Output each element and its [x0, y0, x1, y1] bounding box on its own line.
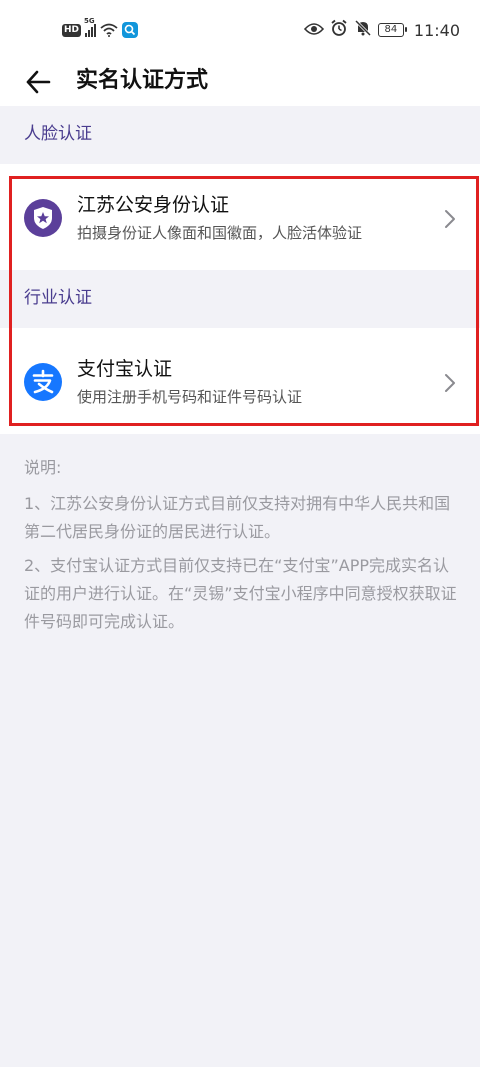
- top-app-bar: 实名认证方式: [0, 58, 480, 106]
- back-button[interactable]: [20, 64, 56, 100]
- alipay-icon: [24, 363, 62, 401]
- section-title: 行业认证: [24, 288, 92, 308]
- wifi-icon: [100, 23, 118, 37]
- list-item-jiangsu-police-auth[interactable]: 江苏公安身份认证 拍摄身份证人像面和国徽面，人脸活体验证: [0, 164, 480, 270]
- hd-icon: HD: [62, 23, 82, 37]
- search-app-icon: [122, 22, 139, 38]
- status-bar-right: 84 11:40: [303, 18, 460, 42]
- eye-icon: [303, 21, 324, 40]
- police-badge-icon: [24, 199, 62, 237]
- list-item-alipay-auth[interactable]: 支付宝认证 使用注册手机号码和证件号码认证: [0, 328, 480, 434]
- section-header-face-auth: 人脸认证: [0, 106, 480, 164]
- note-item-2: 2、支付宝认证方式目前仅支持已在“支付宝”APP完成实名认证的用户进行认证。在“…: [24, 556, 457, 631]
- battery-icon: 84: [377, 23, 407, 37]
- chevron-right-icon: [445, 374, 455, 392]
- status-bar-left: HD 5G: [62, 17, 139, 41]
- back-arrow-icon: [26, 70, 51, 94]
- item-title: 江苏公安身份认证: [77, 194, 230, 216]
- alarm-icon: [330, 19, 348, 41]
- mute-icon: [354, 19, 372, 41]
- item-title: 支付宝认证: [77, 358, 173, 380]
- notes-heading: 说明:: [24, 458, 62, 477]
- section-header-industry-auth: 行业认证: [0, 270, 480, 328]
- note-item-1: 1、江苏公安身份认证方式目前仅支持对拥有中华人民共和国第二代居民身份证的居民进行…: [24, 494, 451, 541]
- status-time: 11:40: [413, 20, 460, 40]
- chevron-right-icon: [445, 210, 455, 228]
- status-bar: HD 5G 84 11:40: [0, 0, 480, 58]
- item-subtitle: 使用注册手机号码和证件号码认证: [77, 388, 303, 406]
- notes-block: 说明: 1、江苏公安身份认证方式目前仅支持对拥有中华人民共和国第二代居民身份证的…: [24, 454, 464, 642]
- network-type-label: 5G: [84, 17, 95, 25]
- signal-icon: 5G: [84, 17, 97, 37]
- page-title: 实名认证方式: [76, 68, 209, 93]
- item-subtitle: 拍摄身份证人像面和国徽面，人脸活体验证: [77, 224, 363, 242]
- section-title: 人脸认证: [24, 124, 92, 144]
